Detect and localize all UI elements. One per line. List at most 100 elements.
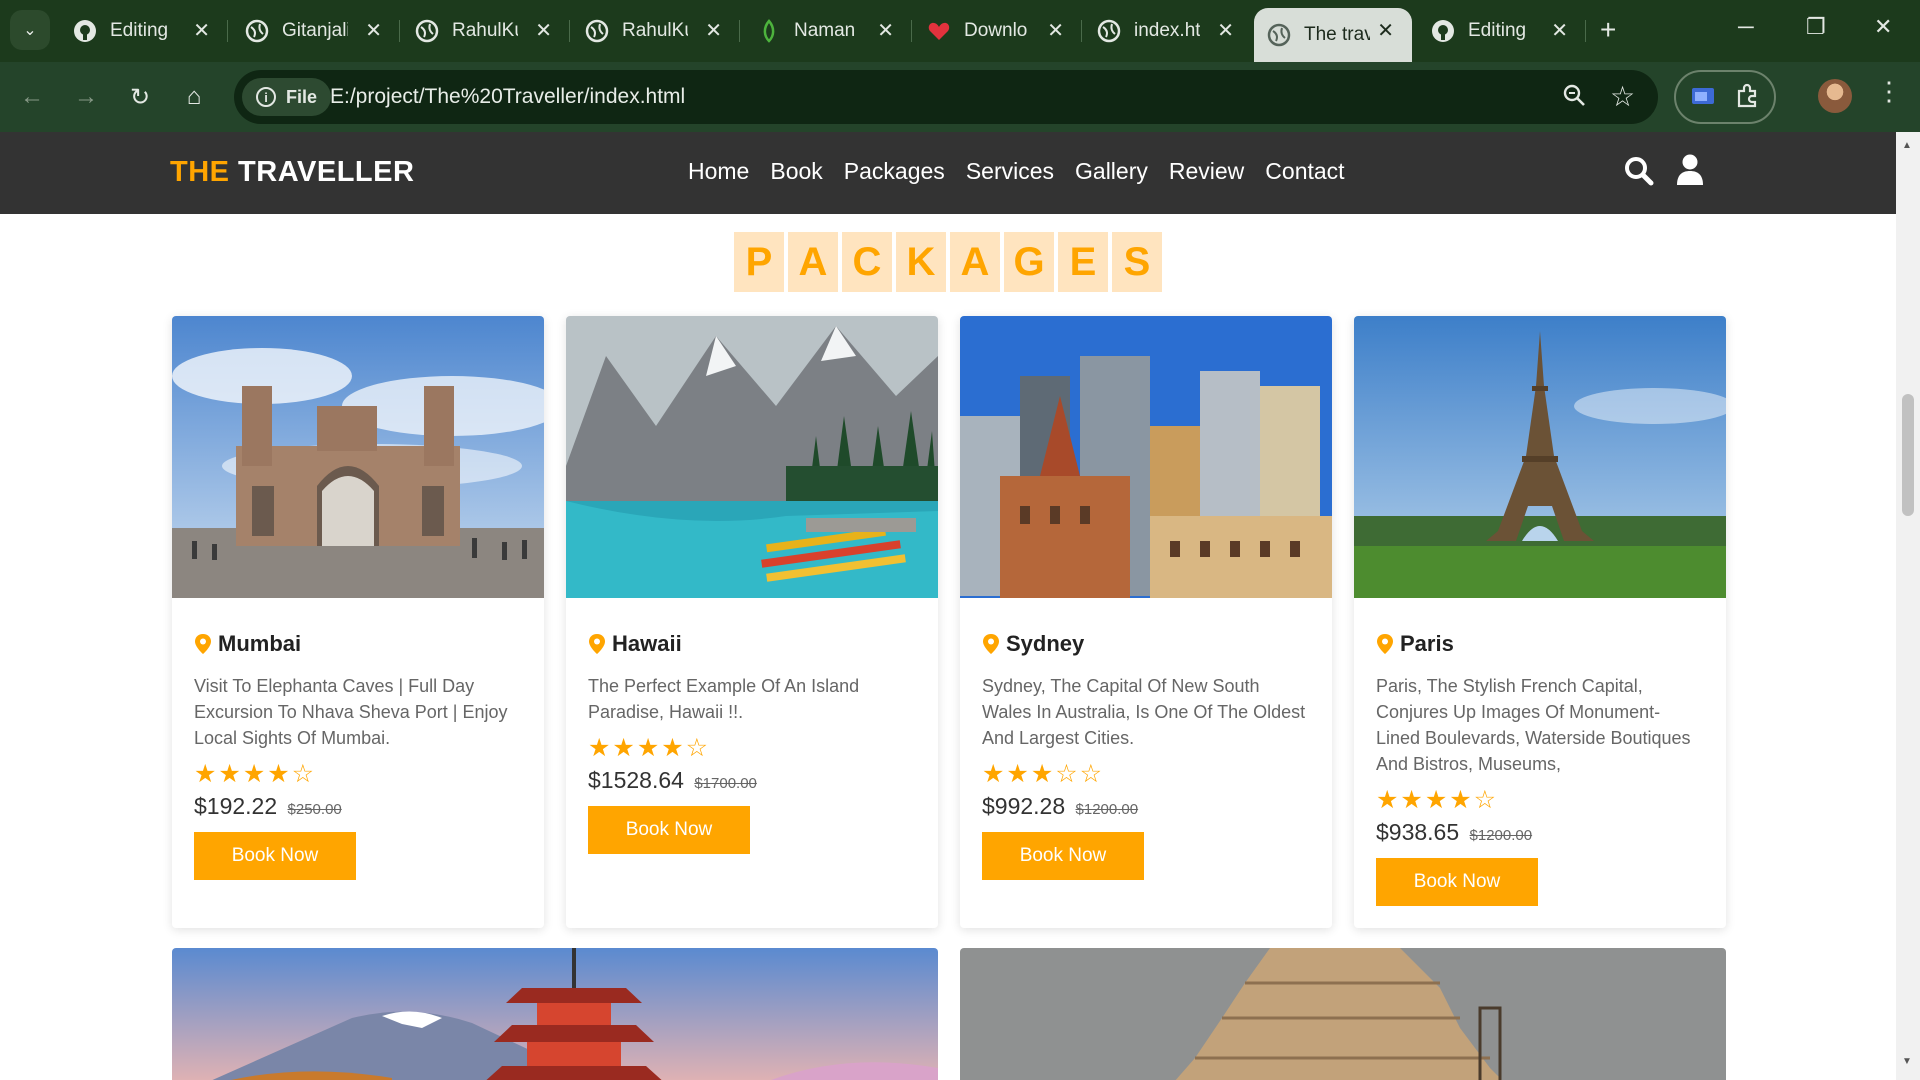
new-tab-plus-icon[interactable]: + (1600, 14, 1616, 46)
browser-tab[interactable]: Editing ✕ (60, 8, 228, 54)
zoom-icon[interactable] (1562, 83, 1586, 114)
nav-packages[interactable]: Packages (844, 158, 945, 185)
site-logo[interactable]: THE TRAVELLER (170, 156, 414, 189)
home-icon[interactable]: ⌂ (176, 79, 212, 115)
nav-gallery[interactable]: Gallery (1075, 158, 1148, 185)
price-original: $1700.00 (694, 775, 757, 792)
screen-cast-icon[interactable] (1690, 84, 1716, 115)
logo-text: TRAVELLER (229, 156, 415, 188)
tab-title: Downlo (964, 20, 1028, 41)
price-original: $250.00 (287, 801, 342, 818)
price-original: $1200.00 (1469, 827, 1533, 844)
restore-icon[interactable]: ❐ (1806, 14, 1826, 40)
book-now-button[interactable]: Book Now (588, 806, 750, 854)
book-now-button[interactable]: Book Now (194, 832, 356, 880)
page-scrollbar[interactable]: ▲ ▼ (1896, 132, 1920, 1080)
tab-search-chevron-icon[interactable]: ⌄ (10, 10, 50, 50)
tab-separator (1585, 20, 1586, 42)
card-body: Hawaii The Perfect Example Of An Island … (566, 603, 938, 854)
star-rating: ★★★★☆ (588, 734, 711, 762)
tab-separator (399, 20, 400, 42)
reload-icon[interactable]: ↻ (122, 79, 158, 115)
card-body: Mumbai Visit To Elephanta Caves | Full D… (172, 603, 544, 880)
scroll-up-arrow-icon[interactable]: ▲ (1902, 140, 1912, 151)
book-now-button[interactable]: Book Now (982, 832, 1144, 880)
globe-icon (414, 18, 440, 44)
address-bar[interactable]: i File E:/project/The%20Traveller/index.… (234, 70, 1658, 124)
package-card-hawaii: Hawaii The Perfect Example Of An Island … (566, 316, 938, 928)
extensions-puzzle-icon[interactable] (1734, 83, 1760, 114)
price-current: $938.65 (1376, 819, 1460, 845)
card-description: Paris, The Stylish French Capital, Conju… (1376, 676, 1691, 774)
minimize-icon[interactable]: ─ (1738, 14, 1754, 40)
sydney-city-image (960, 316, 1332, 598)
scrollbar-thumb[interactable] (1902, 394, 1914, 516)
card-title: Sydney (982, 631, 1310, 657)
globe-icon (584, 18, 610, 44)
heading-letter: P (734, 232, 784, 292)
page-viewport: THE TRAVELLER Home Book Packages Service… (0, 132, 1896, 1080)
tab-close-icon[interactable]: ✕ (1377, 18, 1394, 43)
browser-toolbar: ← → ↻ ⌂ i File E:/project/The%20Travelle… (0, 62, 1920, 132)
browser-tab[interactable]: RahulKu ✕ (572, 8, 740, 54)
nav-home[interactable]: Home (688, 158, 749, 185)
profile-avatar[interactable] (1818, 79, 1852, 113)
tab-title: The trav (1304, 24, 1370, 45)
map-marker-icon (1377, 634, 1393, 654)
user-icon[interactable] (1676, 154, 1704, 191)
gateway-of-india-image (172, 316, 544, 598)
package-card-pyramid (960, 948, 1726, 1080)
close-window-icon[interactable]: ✕ (1874, 14, 1892, 40)
card-title-text: Sydney (1006, 631, 1085, 656)
browser-tab[interactable]: RahulKu ✕ (402, 8, 570, 54)
packages-heading: P A C K A G E S (734, 232, 1162, 292)
tab-title: Naman (794, 20, 856, 41)
card-description: Sydney, The Capital Of New South Wales I… (982, 676, 1306, 748)
browser-menu-icon[interactable]: ⋮ (1876, 76, 1902, 107)
tab-separator (911, 20, 912, 42)
card-body: Paris Paris, The Stylish French Capital,… (1354, 603, 1726, 906)
map-marker-icon (589, 634, 605, 654)
card-title: Mumbai (194, 631, 522, 657)
card-body: Sydney Sydney, The Capital Of New South … (960, 603, 1332, 880)
github-icon (72, 18, 98, 44)
tab-close-icon[interactable]: ✕ (1047, 18, 1064, 43)
browser-tab-active[interactable]: The trav ✕ (1254, 8, 1412, 62)
card-price: $992.28 $1200.00 (982, 793, 1310, 820)
card-title-text: Paris (1400, 631, 1454, 656)
tab-separator (1081, 20, 1082, 42)
browser-tab[interactable]: Gitanjali ✕ (232, 8, 400, 54)
nav-services[interactable]: Services (966, 158, 1054, 185)
tab-close-icon[interactable]: ✕ (193, 18, 210, 43)
site-info-chip[interactable]: i File (242, 78, 332, 116)
tab-close-icon[interactable]: ✕ (1551, 18, 1568, 43)
tab-separator (739, 20, 740, 42)
step-pyramid-image (960, 948, 1726, 1080)
back-arrow-icon[interactable]: ← (14, 79, 50, 115)
card-title-text: Mumbai (218, 631, 302, 656)
card-description: Visit To Elephanta Caves | Full Day Excu… (194, 676, 508, 748)
forward-arrow-icon[interactable]: → (68, 79, 104, 115)
browser-tab[interactable]: Naman ✕ (744, 8, 912, 54)
book-now-button[interactable]: Book Now (1376, 858, 1538, 906)
tab-close-icon[interactable]: ✕ (1217, 18, 1234, 43)
nav-contact[interactable]: Contact (1265, 158, 1344, 185)
package-card-paris: Paris Paris, The Stylish French Capital,… (1354, 316, 1726, 928)
tab-close-icon[interactable]: ✕ (877, 18, 894, 43)
scroll-down-arrow-icon[interactable]: ▼ (1902, 1056, 1912, 1067)
browser-tab[interactable]: Editing ✕ (1418, 8, 1586, 54)
package-card-mumbai: Mumbai Visit To Elephanta Caves | Full D… (172, 316, 544, 928)
tab-close-icon[interactable]: ✕ (365, 18, 382, 43)
tab-close-icon[interactable]: ✕ (705, 18, 722, 43)
map-marker-icon (983, 634, 999, 654)
tab-separator (227, 20, 228, 42)
search-icon[interactable] (1624, 156, 1654, 191)
price-original: $1200.00 (1075, 801, 1139, 818)
nav-book[interactable]: Book (770, 158, 822, 185)
bookmark-star-icon[interactable]: ☆ (1610, 80, 1635, 113)
browser-tab[interactable]: Downlo ✕ (914, 8, 1082, 54)
nav-review[interactable]: Review (1169, 158, 1244, 185)
browser-tab[interactable]: index.ht ✕ (1084, 8, 1252, 54)
url-text[interactable]: E:/project/The%20Traveller/index.html (330, 85, 685, 109)
tab-close-icon[interactable]: ✕ (535, 18, 552, 43)
